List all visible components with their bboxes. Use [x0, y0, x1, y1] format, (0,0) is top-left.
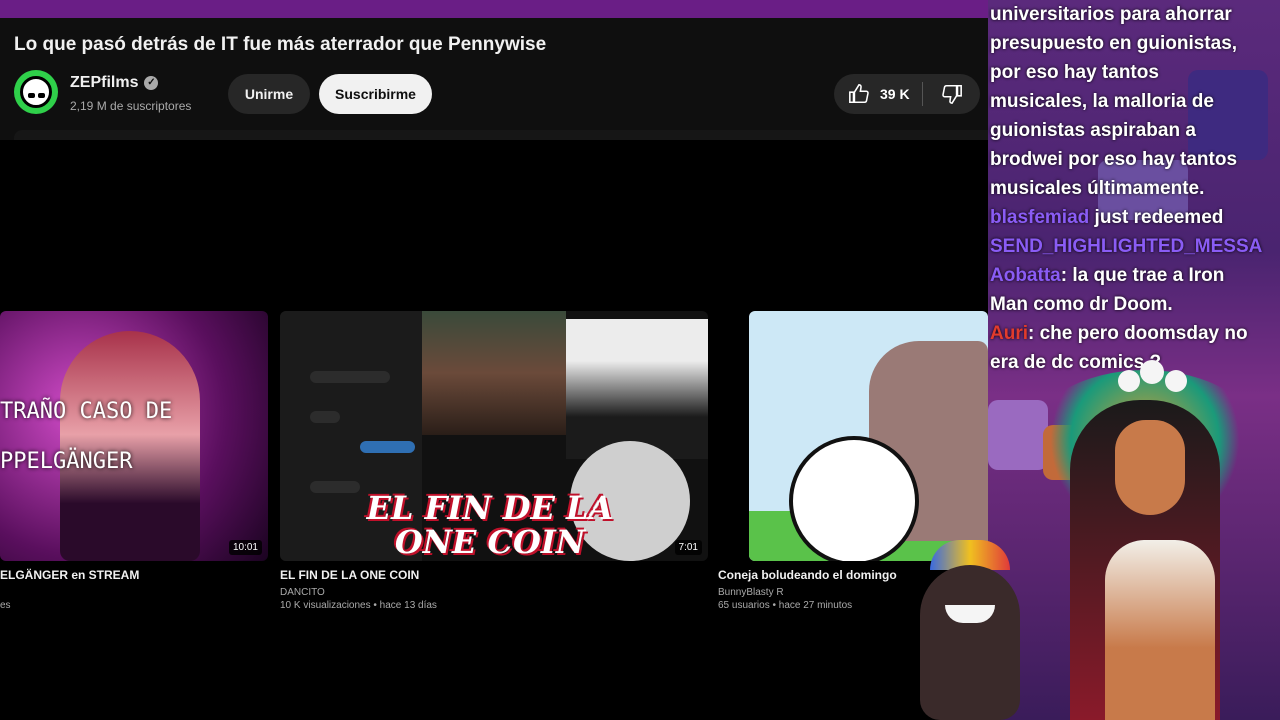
chat-line: guionistas aspiraban a	[990, 120, 1196, 141]
avatar-face	[1115, 420, 1185, 515]
chat-line: musicales, la malloria de	[990, 91, 1214, 112]
video-channel-2[interactable]: DANCITO	[280, 587, 325, 598]
mascot-body	[920, 565, 1020, 720]
chat-text: just redeemed	[1089, 207, 1224, 228]
skull-icon	[1118, 370, 1140, 392]
video-title-1[interactable]: ELGÄNGER en STREAM	[0, 568, 139, 582]
avatar-body	[1105, 540, 1215, 720]
chat-username[interactable]: blasfemiad	[990, 207, 1089, 228]
dislike-button[interactable]	[923, 74, 980, 114]
chat-text: : che pero doomsday no	[1028, 323, 1248, 344]
thumbnail-man-photo	[422, 311, 566, 435]
chat-text: : la que trae a Iron	[1060, 265, 1225, 286]
chat-redeem-line: blasfemiad just redeemed	[990, 203, 1223, 232]
cat-mascot	[910, 540, 1030, 720]
verified-icon: ✓	[144, 76, 159, 90]
channel-name[interactable]: ZEPfilms ✓	[70, 74, 159, 92]
like-button[interactable]: 39 K	[834, 74, 922, 114]
duration-badge: 7:01	[674, 540, 702, 555]
thumbnail-person	[60, 331, 200, 561]
description-box-edge	[14, 130, 988, 140]
thumbs-down-icon	[941, 84, 962, 104]
stream-top-bar	[0, 0, 988, 18]
skull-icon	[1165, 370, 1187, 392]
like-dislike-group: 39 K	[834, 74, 980, 114]
thumbnail-ball	[789, 436, 919, 561]
channel-avatar[interactable]	[14, 70, 58, 114]
subscriber-count: 2,19 M de suscriptores	[70, 99, 192, 113]
video-title-3[interactable]: Coneja boludeando el domingo	[718, 568, 897, 582]
duration-badge: 10:01	[228, 540, 262, 555]
chat-line: musicales últimamente.	[990, 178, 1205, 199]
video-channel-3[interactable]: BunnyBlasty R	[718, 587, 784, 598]
thumbnail-group-photo	[566, 319, 708, 459]
join-button[interactable]: Unirme	[228, 74, 310, 114]
video-header: Lo que pasó detrás de IT fue más aterrad…	[0, 18, 988, 140]
thumbnail-overlay-text-2: PPELGÄNGER	[0, 449, 133, 474]
video-title-2[interactable]: EL FIN DE LA ONE COIN	[280, 568, 419, 582]
thumbnail-overlay-text: EL FIN DE LA ONE COIN	[366, 489, 614, 561]
chat-username[interactable]: Auri	[990, 323, 1028, 344]
video-meta-1: es	[0, 600, 11, 611]
video-meta-2: 10 K visualizaciones • hace 13 días	[280, 600, 437, 611]
chat-line: presupuesto en guionistas,	[990, 33, 1238, 54]
channel-name-label: ZEPfilms	[70, 74, 139, 91]
subscribe-button[interactable]: Suscribirme	[319, 74, 432, 114]
chat-message: Aobatta: la que trae a Iron	[990, 261, 1224, 290]
like-count: 39 K	[880, 86, 910, 102]
chat-line: por eso hay tantos	[990, 62, 1159, 83]
avatar-face-icon	[20, 76, 52, 108]
chat-line: Man como dr Doom.	[990, 294, 1173, 315]
youtube-page: Lo que pasó detrás de IT fue más aterrad…	[0, 18, 988, 720]
chat-redeem-item: SEND_HIGHLIGHTED_MESSA	[990, 236, 1263, 257]
video-thumbnail-1[interactable]: TRAÑO CASO DE PPELGÄNGER 10:01	[0, 311, 268, 561]
video-thumbnail-3[interactable]	[749, 311, 988, 561]
chat-message: Auri: che pero doomsday no	[990, 319, 1248, 348]
video-meta-3: 65 usuarios • hace 27 minutos	[718, 600, 853, 611]
vtuber-avatar	[1000, 360, 1280, 720]
thumbnail-overlay-text-1: TRAÑO CASO DE	[0, 399, 173, 424]
thumbs-up-icon	[849, 84, 869, 104]
chat-username[interactable]: Aobatta	[990, 265, 1061, 286]
chat-line: universitarios para ahorrar	[990, 4, 1232, 25]
video-thumbnail-2[interactable]: EL FIN DE LA ONE COIN 7:01	[280, 311, 708, 561]
chat-line: brodwei por eso hay tantos	[990, 149, 1238, 170]
video-title: Lo que pasó detrás de IT fue más aterrad…	[14, 34, 547, 55]
skull-icon	[1140, 360, 1164, 384]
